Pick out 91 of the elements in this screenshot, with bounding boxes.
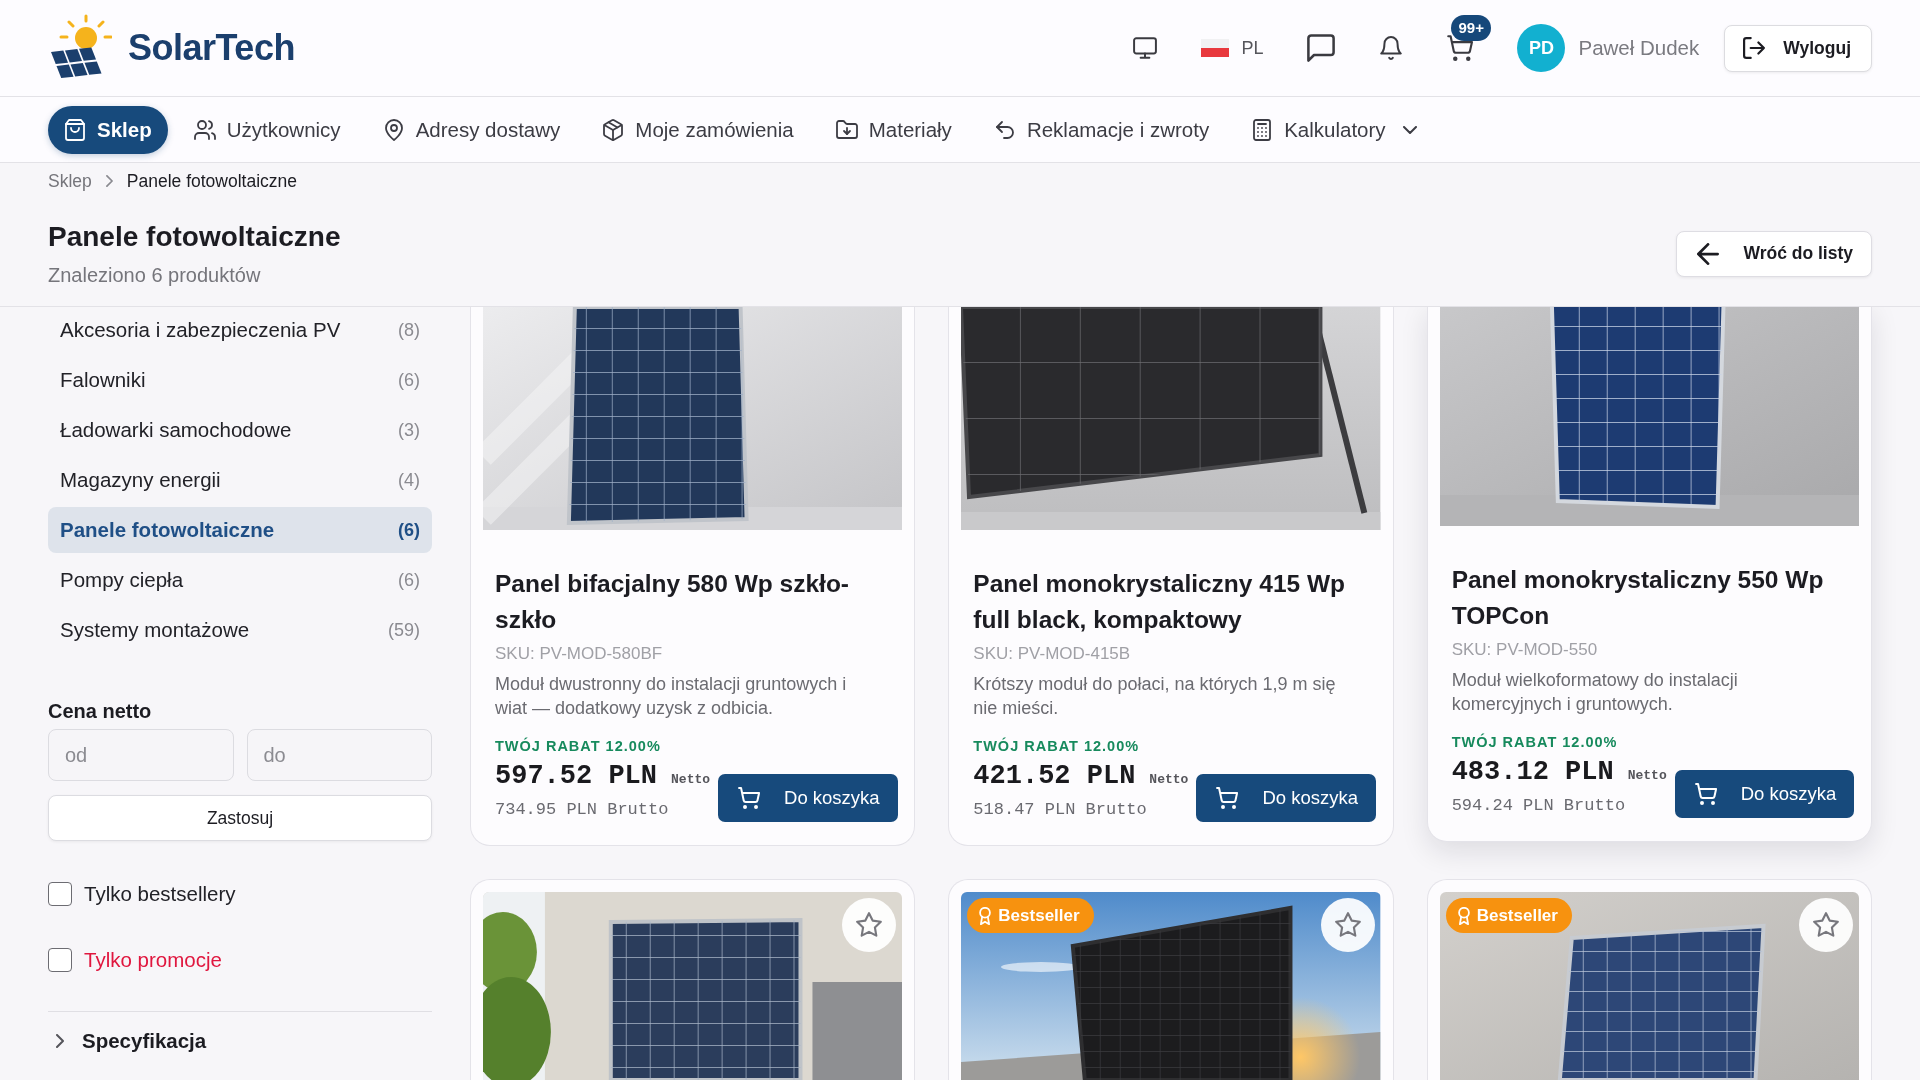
logo-text: SolarTech [128,27,295,69]
nav-tab[interactable]: Sklep [48,105,168,154]
category-item[interactable]: Falowniki (6) [48,357,432,403]
checkbox[interactable] [48,948,72,972]
cart-count-badge: 99+ [1451,15,1491,41]
apply-button[interactable]: Zastosuj [48,795,432,841]
chat-icon[interactable] [1307,34,1336,62]
gross-price: 518.47 PLN Brutto [973,799,1148,821]
discount-label: TWÓJ RABAT 12.00% [973,737,1141,755]
section-toggle[interactable]: Specyfikacja [48,1028,207,1054]
discount-label: TWÓJ RABAT 12.00% [495,737,662,755]
cart-icon [738,787,761,809]
item-count: (59) [388,619,420,641]
gross-price: 594.24 PLN Brutto [1451,795,1627,817]
undo-arrow-icon [993,118,1016,141]
tag-label: Bestseller [1476,905,1558,926]
net-price: 483.12 PLN [1451,756,1614,788]
product-sku: SKU: PV-MOD-550 [1451,639,1599,661]
net-label: Netto [671,772,711,787]
product-title: Panel monokrystaliczny 415 Wp full black, kompaktowy [973,569,1347,635]
tag-label: Bestseller [998,905,1080,926]
breadcrumb-current[interactable]: Panele fotowoltaiczne [126,170,298,192]
nav-tab[interactable]: Użytkownicy [177,105,357,154]
product-sku: SKU: PV-MOD-580BF [495,643,664,665]
cart-icon [1694,783,1717,805]
add-to-cart-button[interactable]: Do koszyka [718,774,898,822]
price-to-field[interactable]: do [246,729,432,781]
item-count: (4) [398,469,420,491]
product-sku: SKU: PV-MOD-415B [973,643,1132,665]
flag-icon [1201,39,1230,57]
chevron-right-icon [56,1034,64,1048]
language-selector[interactable]: PL [1201,37,1264,59]
map-pin-icon [382,118,405,141]
nav-tab[interactable]: Adresy dostawy [366,105,577,154]
folder-icon [835,118,858,141]
chevron-right-icon [105,175,113,187]
item-count: (3) [398,419,420,441]
checkbox[interactable] [48,882,72,906]
nav-tab[interactable]: Materiały [819,105,968,154]
net-price: 421.52 PLN [973,760,1136,792]
star-icon [856,912,883,938]
result-count: Znaleziono 6 produktów [48,263,262,288]
product-description: Moduł dwustronny do instalacji gruntowych i wiat — dodatkowy uzysk z odbicia. [495,673,848,720]
product-title: Panel monokrystaliczny 550 Wp TOPCon [1451,565,1825,631]
net-label: Netto [1627,768,1667,783]
add-to-cart-button[interactable]: Do koszyka [1674,770,1855,818]
logout-button[interactable]: Wyloguj [1724,24,1872,72]
item-count: (6) [398,569,420,591]
category-item[interactable]: Magazyny energii (4) [48,457,432,503]
star-icon [1334,912,1361,938]
add-to-cart-button[interactable]: Do koszyka [1196,774,1376,822]
arrow-left-icon [1697,242,1720,265]
package-icon [602,118,625,141]
checkbox-label: Tylko bestsellery [84,882,236,906]
breadcrumb-link[interactable]: Sklep [48,170,92,192]
product-description: Krótszy moduł do połaci, na których 1,9 m się nie mieści. [973,673,1337,720]
star-icon [1813,912,1839,938]
category-item[interactable]: Panele fotowoltaiczne (6) [48,507,432,553]
category-item[interactable]: Systemy montażowe (59) [48,607,432,653]
nav-tab[interactable]: Kalkulatory [1235,105,1433,154]
back-button[interactable]: Wróć do listy [1676,230,1872,277]
filter-heading: Cena netto [48,699,153,723]
category-item[interactable]: Akcesoria i zabezpieczenia PV (8) [48,307,432,353]
bell-icon[interactable] [1379,36,1404,60]
logout-icon [1743,37,1766,59]
checkbox-label: Tylko promocje [84,948,222,972]
page-title: Panele fotowoltaiczne [48,220,341,254]
category-item[interactable]: Pompy ciepła (6) [48,557,432,603]
item-count: (6) [398,369,420,391]
product-description: Moduł wielkoformatowy do instalacji komercyjnych i gruntowych. [1451,669,1739,716]
shopping-bag-icon [64,118,86,141]
item-count: (8) [398,319,420,341]
net-price: 597.52 PLN [495,760,658,792]
monitor-icon[interactable] [1133,36,1158,60]
users-icon [193,118,216,141]
cart-icon [1216,787,1239,809]
award-icon [1457,906,1470,925]
nav-tab[interactable]: Moje zamówienia [586,105,810,154]
item-count: (6) [398,519,420,541]
product-title: Panel bifacjalny 580 Wp szkło-szkło [495,569,850,635]
cart-icon[interactable] [1447,35,1474,61]
award-icon [979,906,992,925]
price-from-field[interactable]: od [48,729,234,781]
discount-label: TWÓJ RABAT 12.00% [1451,733,1619,751]
nav-tab[interactable]: Reklamacje i zwroty [977,105,1226,154]
chevron-down-icon [1402,125,1417,134]
net-label: Netto [1149,772,1189,787]
user-name: Paweł Dudek [1578,36,1700,60]
gross-price: 734.95 PLN Brutto [495,799,670,821]
calculator-icon [1251,118,1274,141]
category-item[interactable]: Ładowarki samochodowe (3) [48,407,432,453]
